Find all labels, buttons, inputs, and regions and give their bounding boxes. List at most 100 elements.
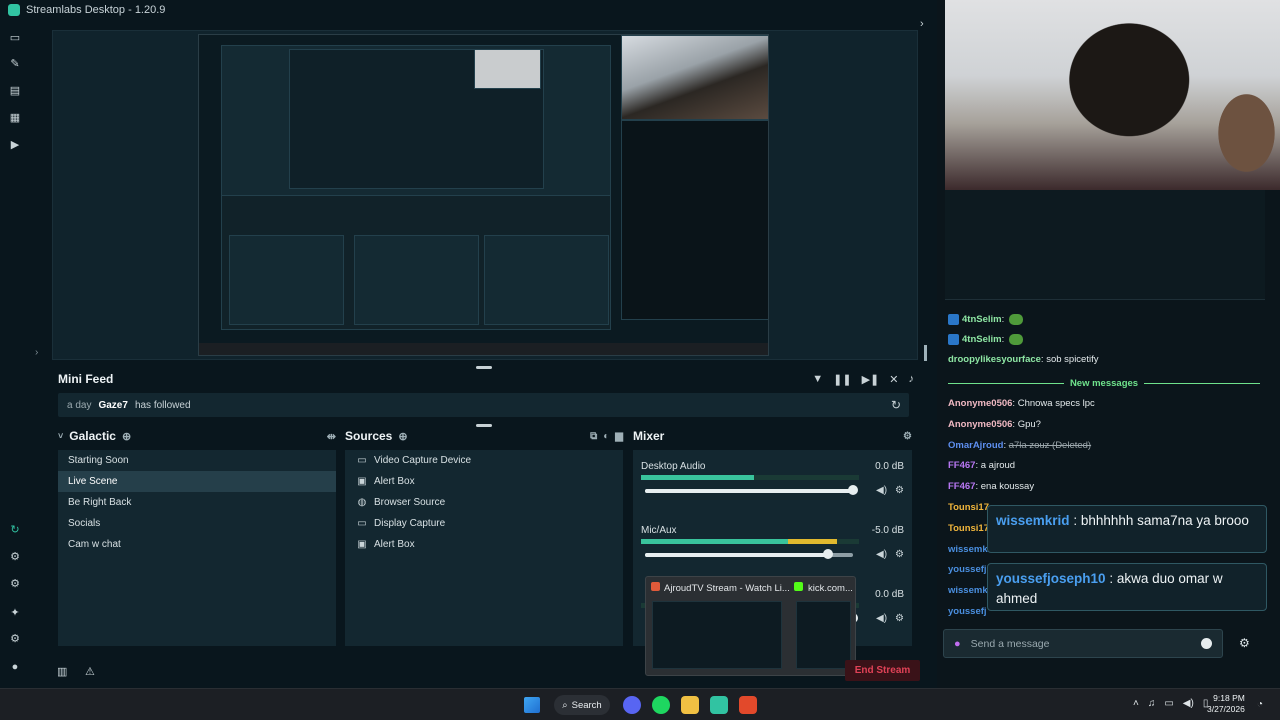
mute-icon[interactable]: ◀) [876,485,887,496]
add-scene-icon[interactable]: ⊕ [122,430,131,443]
chat-toast: wissemkrid : bhhhhhh sama7na ya brooo [987,505,1267,553]
mute-alerts-icon[interactable]: ✕ [889,373,898,386]
dashboard-icon[interactable]: ⚙ [9,578,21,590]
taskbar-search-button[interactable]: ⌕ Search [554,695,610,715]
replay-icon[interactable]: ↻ [891,398,901,412]
collapse-chat-icon[interactable]: › [920,18,924,30]
network-icon[interactable]: ▭ [1164,698,1173,709]
add-source-icon[interactable]: ⊕ [398,430,407,443]
resize-handle[interactable] [476,424,492,427]
preview-thumb-2[interactable] [796,601,851,669]
windows-start-icon[interactable] [524,697,540,713]
filter-icon[interactable]: ▼ [812,373,823,386]
chat-username[interactable]: FF467 [948,460,975,471]
notification-bell-icon[interactable]: ◔ [1257,699,1263,710]
chat-username[interactable]: Tounsi17 [948,502,989,513]
streamlabs-taskbar-icon[interactable] [710,696,728,714]
sources-title: Sources [345,429,393,443]
profile-icon[interactable]: ● [9,661,21,673]
preview-window-title-1[interactable]: AjroudTV Stream - Watch Li... [664,583,790,594]
spotify-icon[interactable] [652,696,670,714]
chat-username[interactable]: 4tnSelim [962,314,1002,325]
volume-slider[interactable] [645,485,858,495]
mixer-db: -5.0 dB [871,525,904,536]
chat-username[interactable]: 4tnSelim [962,334,1002,345]
layout-icon[interactable]: ▦ [9,112,21,124]
selective-recording-icon[interactable]: ⧉ [590,431,597,442]
chat-username[interactable]: Anonyme0506 [948,419,1012,430]
play-icon[interactable]: ▶ [9,139,21,151]
end-stream-button[interactable]: End Stream [845,660,920,681]
scene-transitions-icon[interactable]: ⇹ [327,430,336,443]
chat-username[interactable]: wissemk [948,585,988,596]
stats-icon[interactable]: ▥ [57,665,67,678]
resize-handle[interactable] [476,366,492,369]
editor-icon[interactable]: ▭ [9,32,21,44]
volume-slider-knob[interactable] [823,549,834,559]
window-titlebar: Streamlabs Desktop - 1.20.9 [0,0,937,20]
brave-taskbar-icon[interactable] [739,696,757,714]
scene-item[interactable]: Cam w chat [58,534,336,555]
mute-icon[interactable]: ◀) [876,549,887,560]
chat-message: 4tnSelim: [948,314,1023,325]
source-label: Alert Box [374,476,415,487]
channel-settings-icon[interactable]: ⚙ [895,485,904,496]
search-icon: ⌕ [562,699,568,711]
highlighter-icon[interactable]: ↻ [9,524,21,536]
volume-slider-knob[interactable] [848,485,858,495]
sparkle-icon[interactable]: ✦ [9,607,21,619]
volume-slider[interactable] [645,549,853,559]
mixer-settings-icon[interactable]: ⚙ [903,431,912,442]
mic-icon[interactable]: ● [954,638,961,650]
chat-username[interactable]: Tounsi17 [948,523,989,534]
chat-username[interactable]: OmarAjroud [948,440,1003,451]
source-item[interactable]: ▭ Display Capture [345,513,623,534]
chat-input[interactable]: ● Send a message [943,629,1223,658]
chat-settings-icon[interactable]: ⚙ [1239,636,1250,650]
scene-item[interactable]: Be Right Back [58,492,336,513]
feed-action: has followed [134,399,191,411]
chevron-down-icon[interactable]: ˅ [58,431,63,441]
chat-username[interactable]: youssefj [948,564,987,575]
source-item[interactable]: ▭ Video Capture Device [345,450,623,471]
expand-arrow-icon[interactable]: › [35,347,38,358]
source-item[interactable]: ◍ Browser Source [345,492,623,513]
source-item[interactable]: ▣ Alert Box [345,471,623,492]
scene-collection-name[interactable]: Galactic [69,429,116,443]
volume-icon[interactable]: ♪ [909,373,915,386]
file-explorer-icon[interactable] [681,696,699,714]
preview-thumb-1[interactable] [652,601,782,669]
chat-username[interactable]: FF467 [948,481,975,492]
chat-username[interactable]: Anonyme0506 [948,398,1012,409]
nested-mixer [484,235,609,325]
preview-scrollbar[interactable] [924,345,927,361]
channel-settings-icon[interactable]: ⚙ [895,549,904,560]
scene-item[interactable]: Live Scene [58,471,336,492]
chat-username[interactable]: youssefj [948,606,987,617]
chat-username[interactable]: droopylikesyourface [948,354,1041,365]
taskbar-clock[interactable]: 9:18 PM 3/27/2026 [1207,693,1245,715]
preview-window-title-2[interactable]: kick.com... [808,583,853,594]
pause-icon[interactable]: ❚❚ [833,373,851,386]
source-item[interactable]: ▣ Alert Box [345,534,623,555]
chevron-up-icon[interactable]: ˄ [1133,698,1139,709]
tools-icon[interactable]: ⚙ [9,551,21,563]
emoji-icon[interactable] [1201,638,1212,649]
themes-icon[interactable]: ✎ [9,58,21,70]
discord-icon[interactable] [623,696,641,714]
source-visibility-icon[interactable]: ◐ [603,431,609,442]
scene-item[interactable]: Socials [58,513,336,534]
source-label: Alert Box [374,539,415,550]
chat-username[interactable]: wissemk [948,544,988,555]
speaker-icon[interactable]: ◀) [1183,698,1194,709]
folder-icon[interactable]: ▆ [615,431,623,442]
store-icon[interactable]: ▤ [9,85,21,97]
skip-icon[interactable]: ▶❚ [862,373,880,386]
settings-icon[interactable]: ⚙ [9,633,21,645]
performance-warning-icon[interactable]: ⚠ [85,665,95,678]
channel-settings-icon[interactable]: ⚙ [895,613,904,624]
microphone-icon[interactable]: ♫ [1148,698,1156,709]
scene-item[interactable]: Starting Soon [58,450,336,471]
camera-icon: ▭ [357,455,367,466]
mute-icon[interactable]: ◀) [876,613,887,624]
